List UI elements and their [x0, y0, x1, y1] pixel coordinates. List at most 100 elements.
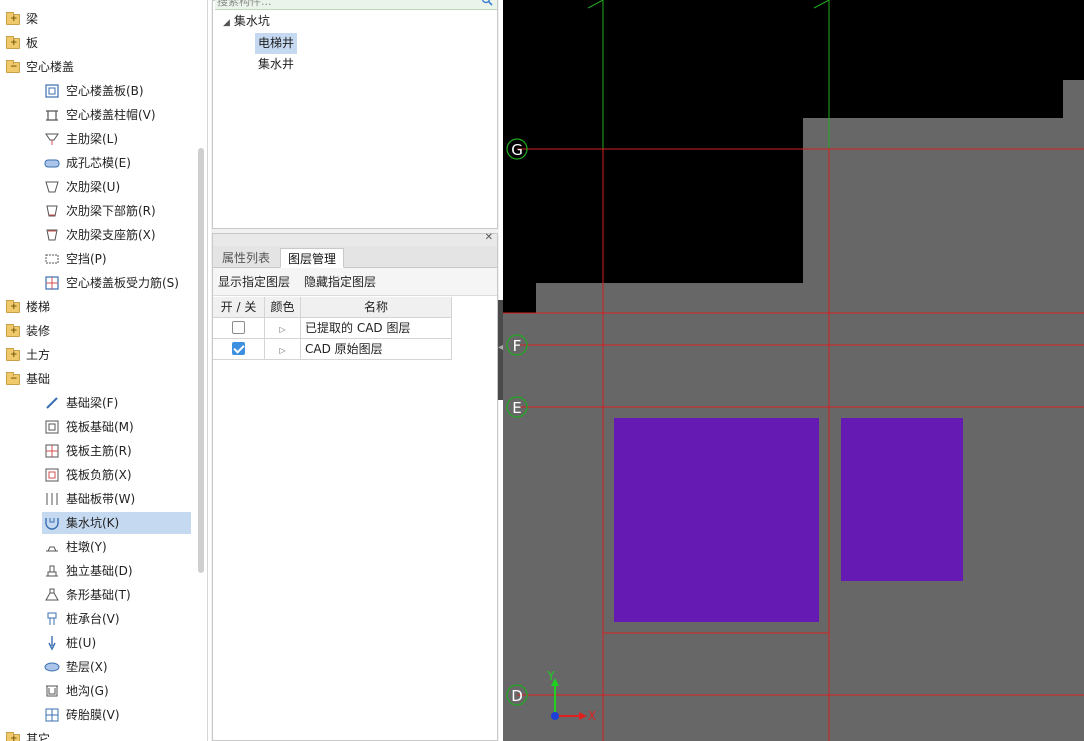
component-list-panel: 搜索构件... ◢ 集水坑 电梯井 集水井 [212, 0, 498, 229]
tree-item[interactable]: 柱墩(Y) [42, 536, 115, 558]
void-icon [44, 251, 60, 267]
tree-item[interactable]: 次肋梁支座筋(X) [42, 224, 164, 246]
slab-stress-rebar-icon [44, 275, 60, 291]
main-rib-beam-icon [44, 131, 60, 147]
pile-icon [44, 635, 60, 651]
ucs-x-label: X [588, 709, 596, 723]
tree-item[interactable]: 筏板基础(M) [42, 416, 142, 438]
folder-expanded-icon[interactable]: − [6, 371, 20, 385]
tree-item[interactable]: 地沟(G) [42, 680, 117, 702]
tree-item-label: 空心楼盖板(B) [66, 84, 144, 98]
column-pier-icon [44, 539, 60, 555]
layer-color-cell[interactable]: ▷ [265, 339, 301, 360]
cad-drawing[interactable]: G F E D Y X [503, 0, 1084, 741]
secondary-rib-beam-icon [44, 179, 60, 195]
tree-item-label: 基础 [26, 372, 51, 386]
tree-item-label: 次肋梁(U) [66, 180, 121, 194]
column-header-name[interactable]: 名称 [301, 297, 452, 318]
column-header-color[interactable]: 颜色 [265, 297, 301, 318]
axis-label-g: G [511, 141, 523, 159]
tab-layer-management[interactable]: 图层管理 [280, 248, 345, 268]
tree-item[interactable]: 筏板主筋(R) [42, 440, 140, 462]
tree-item-label: 空心楼盖柱帽(V) [66, 108, 156, 122]
tree-item[interactable]: 基础板带(W) [42, 488, 143, 510]
component-item-sump-well[interactable]: 集水井 [258, 54, 294, 75]
tree-item[interactable]: 独立基础(D) [42, 560, 141, 582]
folder-collapsed-icon[interactable]: + [6, 11, 20, 25]
layer-toggle-cell[interactable] [213, 318, 265, 339]
foundation-strip-icon [44, 491, 60, 507]
layer-toggle-cell[interactable] [213, 339, 265, 360]
tab-property-list[interactable]: 属性列表 [215, 248, 277, 268]
component-item-elevator-pit[interactable]: 电梯井 [255, 33, 298, 54]
tree-folder[interactable]: − 基础 [6, 368, 50, 390]
tree-item-label: 筏板基础(M) [66, 420, 134, 434]
tree-folder[interactable]: + 梁 [6, 8, 38, 30]
component-tree-panel: + 梁 + 板 − 空心楼盖 空心楼盖板(B) 空心楼盖柱帽(V) 主肋梁(L) 成孔芯模(E) 次… [0, 0, 208, 741]
checkbox-unchecked[interactable] [232, 321, 245, 334]
sump-pit-icon [44, 515, 60, 531]
tree-item[interactable]: 主肋梁(L) [42, 128, 126, 150]
cushion-icon [44, 659, 60, 675]
hollow-slab-icon [44, 83, 60, 99]
tree-item[interactable]: 条形基础(T) [42, 584, 139, 606]
tree-folder[interactable]: − 空心楼盖 [6, 56, 74, 78]
tree-item[interactable]: 基础梁(F) [42, 392, 126, 414]
component-root-label: 集水坑 [233, 14, 270, 28]
column-header-onoff[interactable]: 开 / 关 [213, 297, 265, 318]
expand-triangle-icon[interactable]: ▷ [279, 340, 285, 361]
checkbox-checked[interactable] [232, 342, 245, 355]
tree-item-label: 其它 [26, 732, 51, 741]
tree-scrollbar[interactable] [198, 148, 204, 573]
tree-folder[interactable]: + 楼梯 [6, 296, 50, 318]
tree-item-label: 独立基础(D) [66, 564, 133, 578]
tree-item-label: 板 [26, 36, 39, 50]
trench-icon [44, 683, 60, 699]
tree-item[interactable]: 次肋梁下部筋(R) [42, 200, 164, 222]
tree-folder[interactable]: + 板 [6, 32, 38, 54]
tree-item-label: 筏板负筋(X) [66, 468, 132, 482]
tree-item[interactable]: 桩(U) [42, 632, 104, 654]
tree-item[interactable]: 筏板负筋(X) [42, 464, 140, 486]
layer-name-cad-original[interactable]: CAD 原始图层 [301, 339, 452, 360]
property-layer-panel: ✕ 属性列表 图层管理 显示指定图层 隐藏指定图层 开 / 关 颜色 名称 ▷ … [212, 232, 498, 741]
tree-folder[interactable]: + 其它 [6, 728, 50, 741]
tree-item-label: 地沟(G) [66, 684, 109, 698]
tree-folder[interactable]: + 装修 [6, 320, 50, 342]
close-icon[interactable]: ✕ [485, 232, 493, 243]
folder-collapsed-icon[interactable]: + [6, 347, 20, 361]
show-layer-button[interactable]: 显示指定图层 [218, 274, 290, 290]
tree-item-label: 桩(U) [66, 636, 97, 650]
tree-item[interactable]: 砖胎膜(V) [42, 704, 128, 726]
component-search-input[interactable]: 搜索构件... [215, 0, 497, 10]
rib-bottom-rebar-icon [44, 203, 60, 219]
folder-collapsed-icon[interactable]: + [6, 323, 20, 337]
tree-folder[interactable]: + 土方 [6, 344, 50, 366]
folder-expanded-icon[interactable]: − [6, 59, 20, 73]
cad-canvas[interactable]: G F E D Y X [503, 0, 1084, 741]
green-line [587, 0, 604, 9]
tree-item[interactable]: 空心楼盖板受力筋(S) [42, 272, 187, 294]
tree-item[interactable]: 垫层(X) [42, 656, 116, 678]
component-tree-root[interactable]: ◢ 集水坑 [223, 11, 270, 32]
ucs-origin-icon [551, 712, 559, 720]
expand-triangle-icon[interactable]: ▷ [279, 319, 285, 340]
sump-pit-block[interactable] [614, 418, 819, 622]
folder-collapsed-icon[interactable]: + [6, 299, 20, 313]
tree-item[interactable]: 空心楼盖板(B) [42, 80, 152, 102]
folder-collapsed-icon[interactable]: + [6, 731, 20, 741]
tree-item[interactable]: 空挡(P) [42, 248, 115, 270]
tree-item[interactable]: 次肋梁(U) [42, 176, 128, 198]
layer-color-cell[interactable]: ▷ [265, 318, 301, 339]
layer-name-extracted[interactable]: 已提取的 CAD 图层 [301, 318, 452, 339]
folder-collapsed-icon[interactable]: + [6, 35, 20, 49]
tree-item[interactable]: 空心楼盖柱帽(V) [42, 104, 164, 126]
axis-label-d: D [511, 687, 523, 705]
tree-item[interactable]: 桩承台(V) [42, 608, 128, 630]
collapse-triangle-icon[interactable]: ◢ [223, 18, 230, 28]
search-icon[interactable] [481, 0, 493, 6]
hide-layer-button[interactable]: 隐藏指定图层 [304, 274, 376, 290]
tree-item[interactable]: 集水坑(K) [42, 512, 191, 534]
sump-pit-block[interactable] [841, 418, 963, 581]
tree-item[interactable]: 成孔芯模(E) [42, 152, 139, 174]
